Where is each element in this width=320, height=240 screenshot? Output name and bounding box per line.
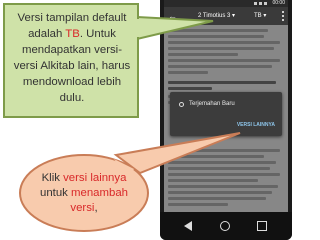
- callout-line: Klik versi lainnya: [41, 172, 127, 184]
- highlight-text: menambah: [71, 187, 129, 199]
- callout-line: mendapatkan versi-: [21, 44, 123, 56]
- callout-text: Versi tampilan default adalah TB. Untuk …: [11, 10, 133, 106]
- callout-line: versi,: [70, 202, 98, 214]
- callout-default-version: Versi tampilan default adalah TB. Untuk …: [3, 3, 214, 120]
- highlight-text: versi: [70, 202, 95, 214]
- callout-line: versi Alkitab lain, harus: [13, 60, 131, 72]
- callout-line: adalah TB. Untuk: [28, 28, 116, 40]
- highlight-text: TB: [65, 28, 80, 40]
- callout-text: Klik versi lainnya untuk menambah versi,: [32, 171, 136, 216]
- callout-line: mendownload lebih: [22, 76, 122, 88]
- other-versions-button[interactable]: VERSI LAINNYA: [237, 122, 275, 129]
- callout-line: untuk menambah: [39, 187, 129, 199]
- highlight-text: versi lainnya: [63, 172, 127, 184]
- callout-add-version: Klik versi lainnya untuk menambah versi,: [16, 132, 241, 233]
- callout-line: Versi tampilan default: [17, 12, 127, 24]
- tutorial-slide: 00:00 ← 2 Timotius 3 ▾ TB ▾ Terjemahan B…: [0, 0, 320, 240]
- callout-line: dulu.: [59, 92, 85, 104]
